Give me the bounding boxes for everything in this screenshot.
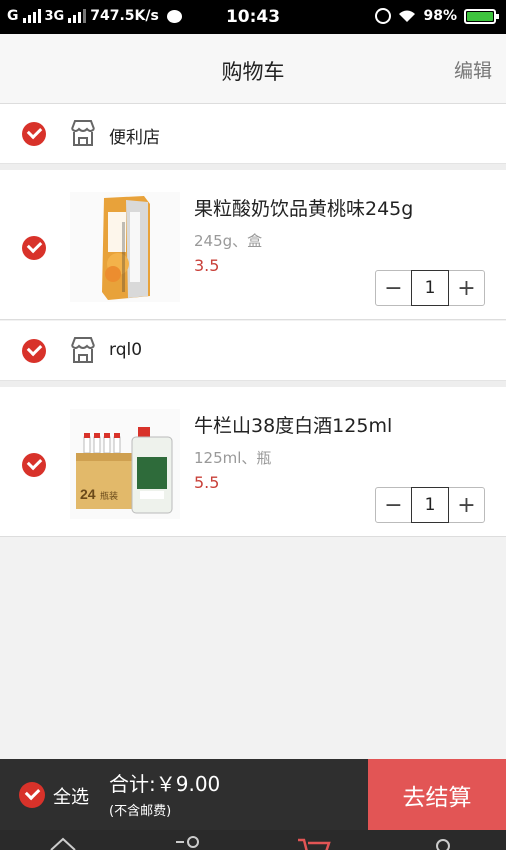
checkout-button[interactable]: 去结算: [368, 759, 506, 830]
product-spec: 125ml、瓶: [194, 449, 272, 467]
product-image[interactable]: 24 瓶装: [70, 409, 180, 519]
product-spec: 245g、盒: [194, 232, 263, 250]
select-all-label[interactable]: 全选: [53, 783, 89, 809]
box-unit-text: 瓶装: [100, 490, 118, 502]
shop-icon: [71, 337, 95, 363]
decrease-button[interactable]: −: [376, 488, 411, 522]
quantity-stepper: − 1 +: [375, 487, 485, 523]
quantity-stepper: − 1 +: [375, 270, 485, 306]
store-name[interactable]: 便利店: [109, 123, 160, 148]
quantity-input[interactable]: 1: [411, 270, 449, 306]
product-price: 3.5: [194, 256, 220, 275]
item-check-icon[interactable]: [22, 236, 46, 260]
item-check-icon[interactable]: [22, 453, 46, 477]
battery-icon: [464, 8, 499, 24]
cart-item: 果粒酸奶饮品黄桃味245g 245g、盒 3.5 − 1 +: [0, 170, 506, 320]
product-image[interactable]: [70, 192, 180, 302]
store-name[interactable]: rql0: [109, 340, 142, 360]
product-name[interactable]: 果粒酸奶饮品黄桃味245g: [194, 194, 413, 221]
total-amount: 合计:￥9.00: [109, 772, 221, 796]
product-name[interactable]: 牛栏山38度白酒125ml: [194, 411, 392, 438]
product-price: 5.5: [194, 473, 220, 492]
cart-item: 24 瓶装 牛栏山38度白酒125ml 125ml、瓶 5.5 − 1 +: [0, 387, 506, 537]
alarm-icon: [375, 8, 392, 24]
quantity-input[interactable]: 1: [411, 487, 449, 523]
store-row: rql0: [0, 321, 506, 381]
store-check-icon[interactable]: [22, 339, 46, 363]
edit-button[interactable]: 编辑: [454, 56, 492, 83]
increase-button[interactable]: +: [449, 488, 484, 522]
shop-icon: [71, 120, 95, 146]
wifi-icon: [399, 10, 416, 22]
decrease-button[interactable]: −: [376, 271, 411, 305]
select-all-check-icon[interactable]: [19, 782, 45, 808]
store-row: 便利店: [0, 104, 506, 164]
store-check-icon[interactable]: [22, 122, 46, 146]
page-title: 购物车: [221, 60, 285, 84]
status-bar: G 3G 747.5K/s 10:43 98%: [0, 0, 506, 34]
app-header: 购物车 编辑: [0, 34, 506, 104]
profile-icon[interactable]: [428, 834, 458, 850]
battery-percent: 98%: [423, 8, 457, 24]
category-icon[interactable]: [173, 834, 203, 850]
checkout-bar: 全选 合计:￥9.00 (不含邮费) 去结算: [0, 759, 506, 830]
cart-icon[interactable]: [296, 834, 332, 850]
shipping-note: (不含邮费): [109, 804, 172, 819]
bottom-tab-bar: [0, 830, 506, 850]
box-count-text: 24: [80, 486, 96, 502]
home-icon[interactable]: [48, 834, 78, 850]
increase-button[interactable]: +: [449, 271, 484, 305]
